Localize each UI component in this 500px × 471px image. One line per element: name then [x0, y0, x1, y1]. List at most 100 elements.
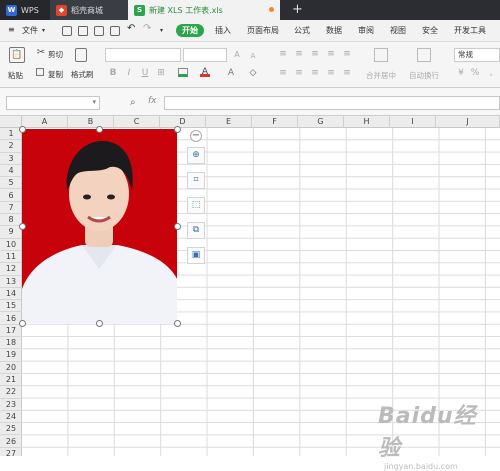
- resize-handle-right[interactable]: [174, 223, 181, 230]
- row-header-5[interactable]: 5: [0, 177, 22, 190]
- row-header-24[interactable]: 24: [0, 411, 22, 424]
- chevron-down-icon[interactable]: ▾: [92, 98, 96, 106]
- chevron-down-icon[interactable]: ▾: [42, 27, 45, 34]
- copy-button[interactable]: 复制: [48, 69, 63, 80]
- tab-current-document[interactable]: S 新建 XLS 工作表.xls: [128, 0, 280, 20]
- format-painter-icon[interactable]: [75, 48, 87, 62]
- inserted-portrait-photo[interactable]: [22, 129, 177, 324]
- auto-wrap-button[interactable]: 自动换行: [409, 70, 439, 81]
- copy-image-icon[interactable]: ⧉: [187, 222, 205, 239]
- tab-wps-home[interactable]: W WPS: [0, 0, 50, 20]
- resize-handle-top-left[interactable]: [19, 126, 26, 133]
- undo-icon[interactable]: ↶: [127, 23, 135, 34]
- row-header-23[interactable]: 23: [0, 399, 22, 411]
- resize-handle-left[interactable]: [19, 223, 26, 230]
- fx-icon[interactable]: fx: [148, 96, 157, 106]
- row-header-26[interactable]: 26: [0, 436, 22, 448]
- print-icon[interactable]: [94, 26, 104, 36]
- menu-data[interactable]: 数据: [326, 25, 342, 36]
- select-all-corner[interactable]: [0, 116, 22, 128]
- row-header-12[interactable]: 12: [0, 263, 22, 276]
- collapse-toolbar-button[interactable]: −: [190, 130, 202, 142]
- row-header-10[interactable]: 10: [0, 239, 22, 251]
- justify-icon[interactable]: ≡: [326, 68, 336, 78]
- formula-input[interactable]: [164, 96, 500, 110]
- font-size-select[interactable]: [183, 48, 227, 62]
- row-header-17[interactable]: 17: [0, 325, 22, 338]
- clear-format-icon[interactable]: ◇: [248, 68, 258, 78]
- row-header-11[interactable]: 11: [0, 251, 22, 264]
- italic-icon[interactable]: I: [124, 68, 134, 78]
- menu-developer-tools[interactable]: 开发工具: [454, 25, 486, 36]
- column-header-e[interactable]: E: [206, 116, 252, 128]
- underline-icon[interactable]: U: [140, 68, 150, 78]
- indent-decrease-icon[interactable]: ≡: [326, 49, 336, 59]
- distributed-icon[interactable]: ≡: [342, 68, 352, 78]
- align-right-icon[interactable]: ≡: [310, 68, 320, 78]
- percent-icon[interactable]: %: [470, 68, 480, 78]
- align-left-icon[interactable]: ≡: [278, 68, 288, 78]
- quick-access-more-icon[interactable]: ▾: [160, 27, 163, 34]
- font-color-icon[interactable]: A: [200, 67, 210, 77]
- row-header-15[interactable]: 15: [0, 300, 22, 313]
- menu-formula[interactable]: 公式: [294, 25, 310, 36]
- row-header-3[interactable]: 3: [0, 153, 22, 165]
- align-middle-icon[interactable]: ≡: [294, 49, 304, 59]
- resize-handle-bottom[interactable]: [96, 320, 103, 327]
- image-settings-icon[interactable]: ▣: [187, 247, 205, 264]
- border-icon[interactable]: ⊞: [156, 68, 166, 78]
- export-pdf-icon[interactable]: [78, 26, 88, 36]
- save-icon[interactable]: [62, 26, 72, 36]
- align-top-icon[interactable]: ≡: [278, 49, 288, 59]
- new-tab-button[interactable]: +: [292, 2, 303, 17]
- row-header-20[interactable]: 20: [0, 362, 22, 374]
- bold-icon[interactable]: B: [108, 68, 118, 78]
- menu-security[interactable]: 安全: [422, 25, 438, 36]
- number-format-select[interactable]: 常规: [454, 48, 500, 62]
- resize-handle-bottom-right[interactable]: [174, 320, 181, 327]
- currency-icon[interactable]: ¥: [456, 68, 466, 78]
- menu-view[interactable]: 视图: [390, 25, 406, 36]
- row-header-27[interactable]: 27: [0, 448, 22, 456]
- column-header-c[interactable]: C: [114, 116, 160, 128]
- column-header-g[interactable]: G: [298, 116, 344, 128]
- row-header-19[interactable]: 19: [0, 349, 22, 362]
- paste-icon[interactable]: 📋: [9, 47, 25, 63]
- row-header-6[interactable]: 6: [0, 190, 22, 202]
- align-bottom-icon[interactable]: ≡: [310, 49, 320, 59]
- scissors-icon[interactable]: ✂: [36, 48, 46, 58]
- row-header-25[interactable]: 25: [0, 423, 22, 436]
- row-header-2[interactable]: 2: [0, 140, 22, 153]
- row-header-18[interactable]: 18: [0, 337, 22, 350]
- resize-handle-top-right[interactable]: [174, 126, 181, 133]
- crop-icon[interactable]: ⌗: [187, 172, 205, 189]
- row-header-13[interactable]: 13: [0, 276, 22, 288]
- select-area-icon[interactable]: ⬚: [187, 197, 205, 214]
- align-center-icon[interactable]: ≡: [294, 68, 304, 78]
- hamburger-icon[interactable]: ≡: [8, 25, 15, 34]
- menu-file[interactable]: 文件: [22, 25, 38, 36]
- column-header-a[interactable]: A: [22, 116, 68, 128]
- menu-insert[interactable]: 插入: [215, 25, 231, 36]
- text-color-a-icon[interactable]: A: [226, 68, 236, 78]
- print-preview-icon[interactable]: [110, 26, 120, 36]
- column-header-f[interactable]: F: [252, 116, 298, 128]
- paste-button[interactable]: 粘贴: [8, 70, 23, 81]
- menu-review[interactable]: 审阅: [358, 25, 374, 36]
- font-name-select[interactable]: [105, 48, 181, 62]
- row-header-21[interactable]: 21: [0, 374, 22, 387]
- row-header-14[interactable]: 14: [0, 288, 22, 301]
- resize-handle-bottom-left[interactable]: [19, 320, 26, 327]
- fill-color-icon[interactable]: [178, 68, 188, 77]
- merge-center-icon[interactable]: [374, 48, 388, 62]
- format-painter-button[interactable]: 格式刷: [71, 69, 94, 80]
- cut-button[interactable]: 剪切: [48, 49, 63, 60]
- resize-handle-top[interactable]: [96, 126, 103, 133]
- zoom-magnifier-icon[interactable]: ⌕: [130, 97, 136, 108]
- menu-start[interactable]: 开始: [176, 24, 204, 37]
- column-header-j[interactable]: J: [436, 116, 500, 128]
- column-header-d[interactable]: D: [160, 116, 206, 128]
- indent-increase-icon[interactable]: ≡: [342, 49, 352, 59]
- auto-wrap-icon[interactable]: [417, 48, 431, 62]
- column-header-i[interactable]: I: [390, 116, 436, 128]
